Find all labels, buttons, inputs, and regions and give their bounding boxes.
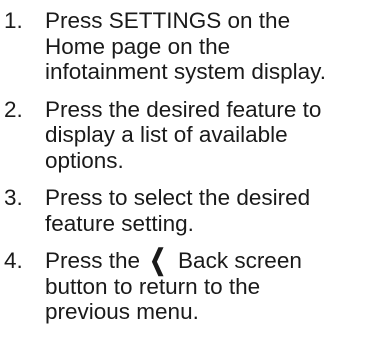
step-number: 4. bbox=[4, 248, 23, 273]
back-chevron-icon: ❮ bbox=[149, 244, 167, 275]
step-text: Press SETTINGS on the Home page on the i… bbox=[45, 8, 326, 84]
step-4: 4. Press the ❮ Back screen button to ret… bbox=[0, 244, 387, 325]
step-text: Press to select the desired feature sett… bbox=[45, 185, 311, 236]
step-2: 2. Press the desired feature to display … bbox=[0, 97, 387, 174]
step-3: 3. Press to select the desired feature s… bbox=[0, 185, 387, 236]
step-number: 3. bbox=[4, 185, 23, 210]
step-text-with-icon: Press the ❮ Back screen button to return… bbox=[45, 244, 345, 325]
instruction-steps: 1. Press SETTINGS on the Home page on th… bbox=[0, 8, 387, 337]
step-text: Press the desired feature to display a l… bbox=[45, 96, 322, 173]
step-number: 1. bbox=[4, 8, 23, 33]
step-text-before: Press the bbox=[45, 248, 141, 273]
step-number: 2. bbox=[4, 96, 23, 122]
step-1: 1. Press SETTINGS on the Home page on th… bbox=[0, 8, 387, 85]
